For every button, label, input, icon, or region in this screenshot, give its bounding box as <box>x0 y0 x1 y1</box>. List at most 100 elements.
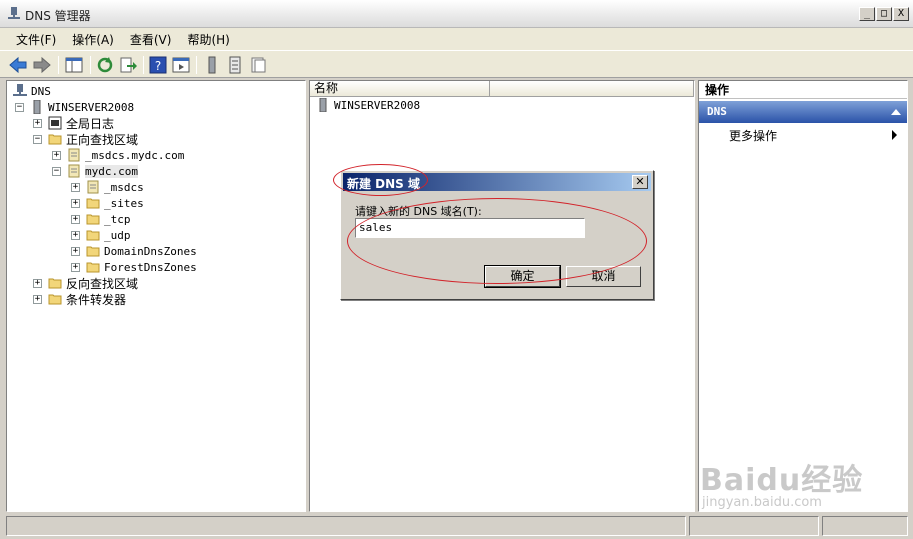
menu-action[interactable]: 操作(A) <box>64 28 122 50</box>
watermark-brand: Baidu经验 <box>700 463 864 498</box>
svg-text:?: ? <box>155 59 161 73</box>
expand-icon[interactable]: + <box>71 182 80 192</box>
collapse-icon[interactable]: − <box>33 134 42 144</box>
collapse-caret-icon[interactable] <box>891 109 901 115</box>
tree-label-child: DomainDnsZones <box>104 244 197 258</box>
tree-node-forwarders[interactable]: + 条件转发器 <box>33 291 126 307</box>
expand-icon[interactable]: + <box>71 198 80 208</box>
new-dns-domain-dialog: 新建 DNS 域 ✕ 请键入新的 DNS 域名(T): sales 确定 取消 <box>340 170 654 300</box>
tree-node-child[interactable]: + _tcp <box>71 211 131 227</box>
tree-label-reverse-zones: 反向查找区域 <box>66 276 139 291</box>
tree-label-child: _sites <box>104 196 144 210</box>
status-bar <box>0 514 913 539</box>
server-icon[interactable] <box>202 55 222 75</box>
menu-file[interactable]: 文件(F) <box>8 28 64 50</box>
tree-label-msdcs-zone: _msdcs.mydc.com <box>85 148 185 162</box>
actions-pane: 操作 DNS 更多操作 <box>698 80 908 512</box>
expand-icon[interactable]: + <box>71 230 80 240</box>
menu-bar: 文件(F) 操作(A) 查看(V) 帮助(H) <box>0 28 913 50</box>
forward-icon[interactable] <box>32 55 52 75</box>
properties-icon[interactable] <box>248 55 268 75</box>
tree-label-child: _udp <box>104 228 131 242</box>
expand-icon[interactable]: + <box>71 262 80 272</box>
tree-label-child: _tcp <box>104 212 131 226</box>
expand-icon[interactable]: + <box>52 150 61 160</box>
folder-icon <box>86 262 100 273</box>
dns-server-icon <box>8 7 20 19</box>
tree-label-zone: mydc.com <box>85 164 138 178</box>
actions-group-dns[interactable]: DNS <box>699 101 907 123</box>
folder-icon <box>86 246 100 257</box>
toolbar: ? <box>0 50 913 78</box>
collapse-icon[interactable]: − <box>15 102 24 112</box>
details-icon[interactable] <box>171 55 191 75</box>
domain-name-input[interactable]: sales <box>355 218 585 238</box>
maximize-button[interactable]: □ <box>876 7 892 21</box>
tree-label-child: _msdcs <box>104 180 144 194</box>
zone-icon <box>68 164 80 178</box>
server-icon <box>33 100 41 114</box>
dialog-title-bar: 新建 DNS 域 ✕ <box>343 173 651 191</box>
tree-node-child[interactable]: + ForestDnsZones <box>71 259 197 275</box>
cancel-button[interactable]: 取消 <box>566 266 641 287</box>
event-log-icon <box>48 116 62 130</box>
ok-button[interactable]: 确定 <box>484 265 561 288</box>
submenu-arrow-icon[interactable] <box>892 130 897 140</box>
menu-help[interactable]: 帮助(H) <box>179 28 237 50</box>
folder-icon <box>86 230 100 241</box>
tree-node-forward-zones[interactable]: − 正向查找区域 <box>33 131 138 147</box>
refresh-icon[interactable] <box>95 55 115 75</box>
tree-label-child: ForestDnsZones <box>104 260 197 274</box>
show-tree-icon[interactable] <box>64 55 84 75</box>
column-header-empty[interactable] <box>490 81 694 97</box>
collapse-icon[interactable]: − <box>52 166 61 176</box>
dialog-close-button[interactable]: ✕ <box>632 175 648 189</box>
window-title: DNS 管理器 <box>25 9 91 23</box>
tree-node-zone[interactable]: − mydc.com <box>52 163 138 179</box>
actions-group-label: DNS <box>707 105 727 118</box>
close-button[interactable]: X <box>893 7 909 21</box>
folder-icon <box>48 294 62 305</box>
status-segment <box>822 516 908 536</box>
tree-label-forwarders: 条件转发器 <box>66 292 127 307</box>
tree-node-child[interactable]: + _udp <box>71 227 131 243</box>
list-icon[interactable] <box>225 55 245 75</box>
tree-label-global-logs: 全局日志 <box>66 116 115 131</box>
tree-node-global-logs[interactable]: + 全局日志 <box>33 115 114 131</box>
tree-node-reverse-zones[interactable]: + 反向查找区域 <box>33 275 138 291</box>
server-icon <box>319 98 327 112</box>
expand-icon[interactable]: + <box>33 118 42 128</box>
expand-icon[interactable]: + <box>33 278 42 288</box>
expand-icon[interactable]: + <box>71 214 80 224</box>
menu-view[interactable]: 查看(V) <box>122 28 180 50</box>
tree-node-msdcs-zone[interactable]: + _msdcs.mydc.com <box>52 147 184 163</box>
folder-icon <box>48 134 62 145</box>
tree-node-dns[interactable]: DNS <box>13 83 51 99</box>
window-controls: _ □ X <box>859 7 909 21</box>
column-header-name[interactable]: 名称 <box>310 81 490 97</box>
folder-icon <box>86 198 100 209</box>
more-actions-item[interactable]: 更多操作 <box>729 127 777 144</box>
dns-icon <box>13 84 27 96</box>
expand-icon[interactable]: + <box>71 246 80 256</box>
folder-icon <box>48 278 62 289</box>
list-item-label: WINSERVER2008 <box>334 98 421 112</box>
tree-node-child[interactable]: + _msdcs <box>71 179 144 195</box>
tree-node-server[interactable]: − WINSERVER2008 <box>15 99 134 115</box>
tree-label-dns: DNS <box>31 84 51 98</box>
console-tree[interactable]: DNS − WINSERVER2008 + 全局日志 − 正向查找区域 + _m… <box>6 80 306 512</box>
back-icon[interactable] <box>8 55 28 75</box>
tree-label-forward-zones: 正向查找区域 <box>66 132 139 147</box>
minimize-button[interactable]: _ <box>859 7 875 21</box>
actions-title: 操作 <box>699 81 907 99</box>
help-icon[interactable]: ? <box>148 55 168 75</box>
export-icon[interactable] <box>118 55 138 75</box>
zone-icon <box>68 148 80 162</box>
status-segment <box>689 516 819 536</box>
tree-node-child[interactable]: + DomainDnsZones <box>71 243 197 259</box>
watermark: Baidu经验 jingyan.baidu.com <box>700 455 864 510</box>
expand-icon[interactable]: + <box>33 294 42 304</box>
tree-node-child[interactable]: + _sites <box>71 195 144 211</box>
tree-label-server: WINSERVER2008 <box>48 100 135 114</box>
list-item[interactable]: WINSERVER2008 <box>316 97 420 113</box>
